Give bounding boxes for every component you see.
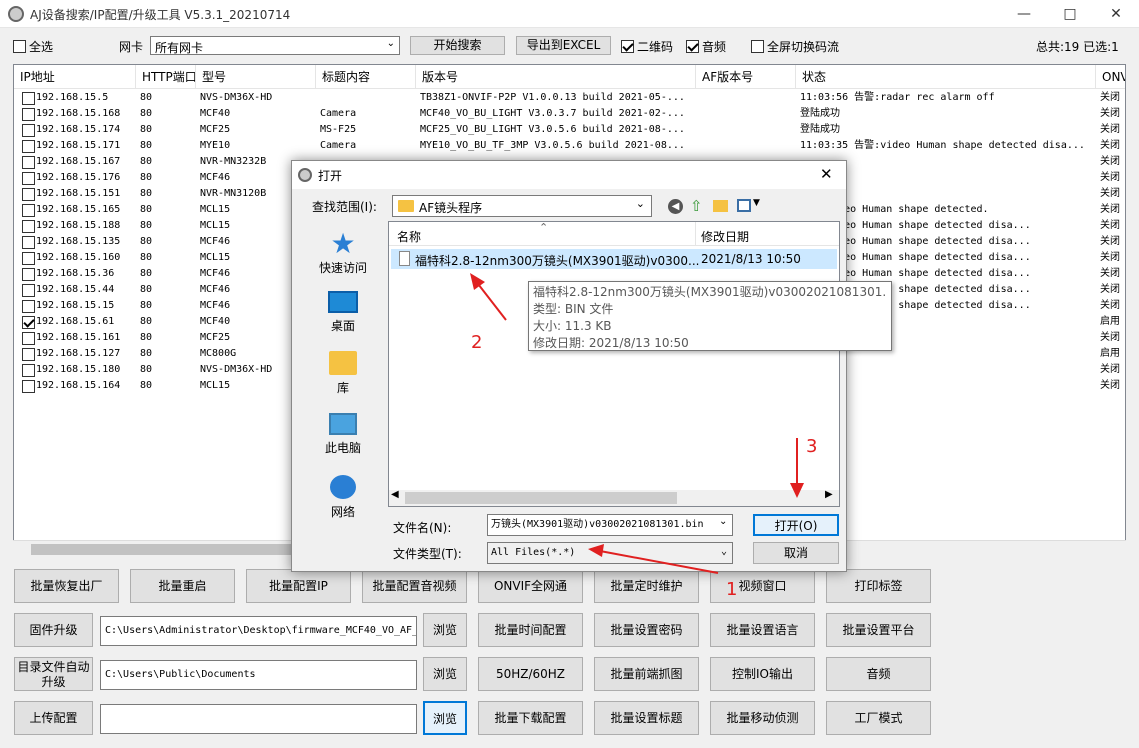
- annotation-label-3: 3: [806, 436, 818, 457]
- annotation-label-2: 2: [471, 332, 483, 353]
- annotation-label-1: 1: [726, 579, 738, 600]
- arrow-2: [470, 273, 507, 321]
- annotation-arrows: [470, 273, 804, 574]
- arrow-1: [588, 544, 719, 574]
- arrow-3: [790, 438, 804, 498]
